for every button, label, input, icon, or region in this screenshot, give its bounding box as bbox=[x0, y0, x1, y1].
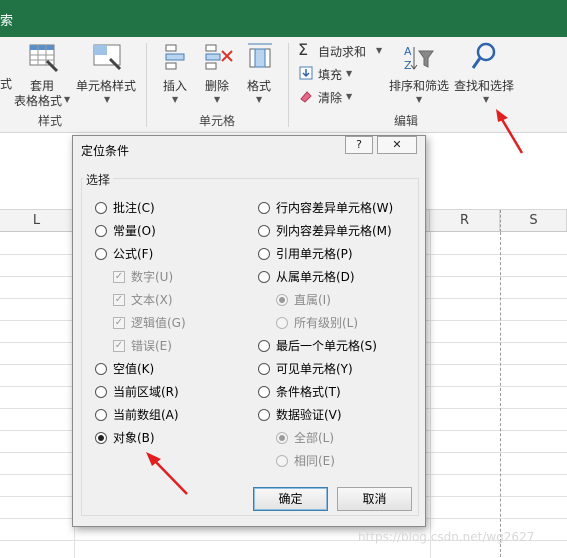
annotation-layer bbox=[146, 109, 524, 495]
watermark-text: https://blog.csdn.net/wg2627 bbox=[358, 530, 535, 544]
annotation-arrow-icon bbox=[146, 452, 188, 495]
annotation-arrow-icon bbox=[496, 109, 524, 154]
